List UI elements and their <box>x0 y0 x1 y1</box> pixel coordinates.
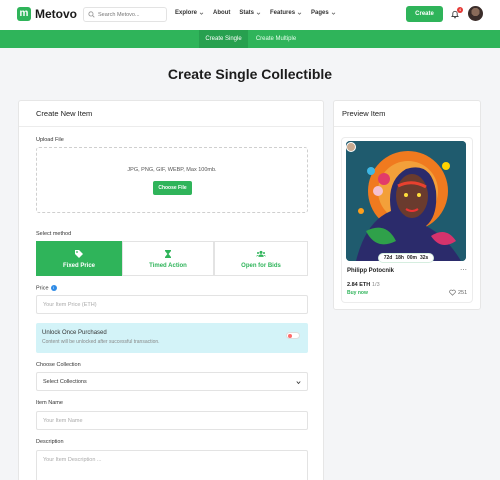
nav-pages-label: Pages <box>311 10 329 16</box>
nft-edition: 1/3 <box>372 282 380 288</box>
users-icon <box>256 250 266 257</box>
price-label: Price <box>36 285 49 292</box>
form-heading: Create New Item <box>19 101 323 127</box>
timer-seconds: 32s <box>419 255 429 261</box>
nav-about-label: About <box>213 10 231 16</box>
creator-avatar[interactable] <box>346 142 356 152</box>
method-fixed-price-label: Fixed Price <box>62 262 95 269</box>
likes-count: 251 <box>458 289 468 296</box>
page-title: Create Single Collectible <box>167 66 333 82</box>
tag-icon <box>75 249 83 258</box>
description-label: Description <box>36 439 64 445</box>
heart-icon <box>449 289 456 296</box>
chevron-down-icon <box>297 12 302 15</box>
brand-name[interactable]: Metovo <box>35 7 77 21</box>
likes[interactable]: 251 <box>449 289 467 296</box>
collection-select[interactable]: Select Collections <box>36 372 308 391</box>
create-button[interactable]: Create <box>406 6 443 22</box>
item-name-label: Item Name <box>36 400 63 406</box>
top-navbar: m Metovo Explore About Stats Features Pa… <box>0 0 500 30</box>
nft-artwork-image[interactable] <box>346 141 466 261</box>
tab-create-single[interactable]: Create Single <box>199 30 248 48</box>
logo-icon[interactable]: m <box>17 7 31 21</box>
nav-features-label: Features <box>270 10 296 16</box>
nft-price: 2.84 ETH <box>347 282 371 288</box>
method-open-bids-label: Open for Bids <box>241 262 281 269</box>
info-icon[interactable]: i <box>50 285 57 291</box>
more-options-icon[interactable]: ⋯ <box>460 266 467 274</box>
unlock-title: Unlock Once Purchased <box>42 330 107 336</box>
chevron-down-icon <box>296 381 301 385</box>
avatar[interactable] <box>468 6 483 21</box>
search-box[interactable] <box>83 7 167 22</box>
unlock-subtitle: Content will be unlocked after successfu… <box>42 339 160 345</box>
nav-stats[interactable]: Stats <box>239 10 261 16</box>
search-icon <box>88 11 95 18</box>
method-label: Select method <box>36 231 72 237</box>
upload-label: Upload File <box>36 137 64 143</box>
timer-minutes: 00m <box>406 255 417 261</box>
method-timed-action-label: Timed Action <box>149 262 187 269</box>
method-timed-action[interactable]: Timed Action <box>122 241 214 276</box>
countdown-timer: 72d 18h 00m 32s <box>378 253 434 263</box>
item-name-input[interactable]: Your Item Name <box>36 411 308 430</box>
notification-badge: 4 <box>457 7 463 13</box>
choose-file-button[interactable]: Choose File <box>153 181 192 195</box>
method-open-bids[interactable]: Open for Bids <box>214 241 308 276</box>
upload-hint: JPG, PNG, GIF, WEBP, Max 100mb. <box>127 167 217 173</box>
nav-about[interactable]: About <box>213 10 230 16</box>
chevron-down-icon <box>199 12 204 15</box>
collection-select-value: Select Collections <box>43 378 87 385</box>
timer-days: 72d <box>383 255 393 261</box>
chevron-down-icon <box>331 12 335 15</box>
unlock-panel: Unlock Once Purchased Content will be un… <box>36 323 308 353</box>
chevron-down-icon <box>256 12 261 15</box>
search-input[interactable] <box>98 11 164 18</box>
hourglass-icon <box>165 249 171 258</box>
preview-heading: Preview Item <box>334 101 480 127</box>
timer-hours: 18h <box>395 255 404 261</box>
buy-now-link[interactable]: Buy now <box>347 290 368 296</box>
method-selector: Fixed Price Timed Action Open for Bids <box>36 241 308 276</box>
nav-features[interactable]: Features <box>270 10 302 16</box>
price-input[interactable]: Your Item Price (ETH) <box>36 295 308 314</box>
sub-navbar: Create Single Create Multiple <box>0 30 500 48</box>
collection-label: Choose Collection <box>36 362 81 368</box>
tab-create-multiple[interactable]: Create Multiple <box>250 30 302 48</box>
nav-explore[interactable]: Explore <box>175 10 204 16</box>
upload-dropzone[interactable]: JPG, PNG, GIF, WEBP, Max 100mb. Choose F… <box>36 147 308 213</box>
nav-stats-label: Stats <box>239 10 255 16</box>
nav-explore-label: Explore <box>175 10 198 16</box>
nft-title[interactable]: Philipp Potocnik <box>347 268 394 274</box>
price-label-row: Price i <box>36 285 57 291</box>
unlock-toggle[interactable] <box>286 332 300 339</box>
description-textarea[interactable]: Your Item Description ... <box>36 450 308 480</box>
nav-pages[interactable]: Pages <box>311 10 336 16</box>
method-fixed-price[interactable]: Fixed Price <box>36 241 122 276</box>
portrait-artwork-icon <box>346 141 466 261</box>
nav-links: Explore About Stats Features Pages <box>175 10 345 16</box>
